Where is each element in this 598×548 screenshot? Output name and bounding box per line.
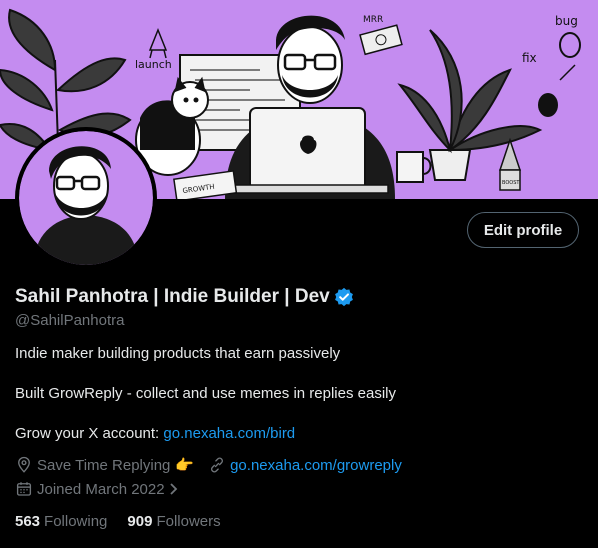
profile-bio: Indie maker building products that earn … (15, 344, 396, 444)
avatar-illustration (34, 146, 138, 265)
bio-line-3: Grow your X account: go.nexaha.com/bird (15, 424, 396, 444)
profile-joined-date: Joined March 2022 (37, 480, 165, 498)
doodle-fix: fix (522, 51, 537, 65)
doodle-mrr: MRR (363, 15, 383, 25)
chevron-right-icon (169, 483, 177, 495)
profile-location: Save Time Replying (37, 456, 171, 474)
location-icon (18, 456, 30, 473)
edit-profile-button[interactable]: Edit profile (467, 212, 579, 248)
profile-name: Sahil Panhotra | Indie Builder | Dev (15, 286, 330, 307)
following-link[interactable]: 563 Following (15, 513, 107, 530)
profile-handle: @SahilPanhotra (15, 312, 125, 329)
calendar-icon (16, 482, 32, 496)
doodle-launch: launch (135, 58, 172, 71)
doodle-bug: bug (555, 14, 578, 28)
profile-joined-row[interactable]: Joined March 2022 (15, 480, 179, 498)
profile-page: launch MRR GROWTH BOOST bug fix Edit pro… (0, 0, 598, 548)
followers-link[interactable]: 909 Followers (127, 513, 220, 530)
bio-line-2: Built GrowReply - collect and use memes … (15, 385, 396, 402)
verified-badge-icon[interactable] (334, 287, 354, 307)
bio-line-3-text: Grow your X account: (15, 425, 164, 442)
profile-website-link[interactable]: go.nexaha.com/growreply (230, 457, 402, 474)
followers-label: Followers (156, 513, 221, 530)
link-icon (211, 457, 224, 473)
bio-line-1: Indie maker building products that earn … (15, 345, 341, 362)
following-label: Following (44, 513, 108, 530)
doodle-boost: BOOST (502, 180, 520, 186)
following-count: 563 (15, 513, 41, 530)
pointing-hand-emoji: 👉 (175, 457, 195, 474)
bio-link[interactable]: go.nexaha.com/bird (163, 425, 295, 442)
profile-avatar[interactable] (15, 127, 157, 269)
profile-meta-row: Save Time Replying 👉 go.nexaha.com/growr… (15, 456, 402, 474)
profile-name-row: Sahil Panhotra | Indie Builder | Dev (15, 286, 354, 308)
follow-stats: 563 Following 909 Followers (15, 513, 241, 530)
followers-count: 909 (127, 513, 153, 530)
